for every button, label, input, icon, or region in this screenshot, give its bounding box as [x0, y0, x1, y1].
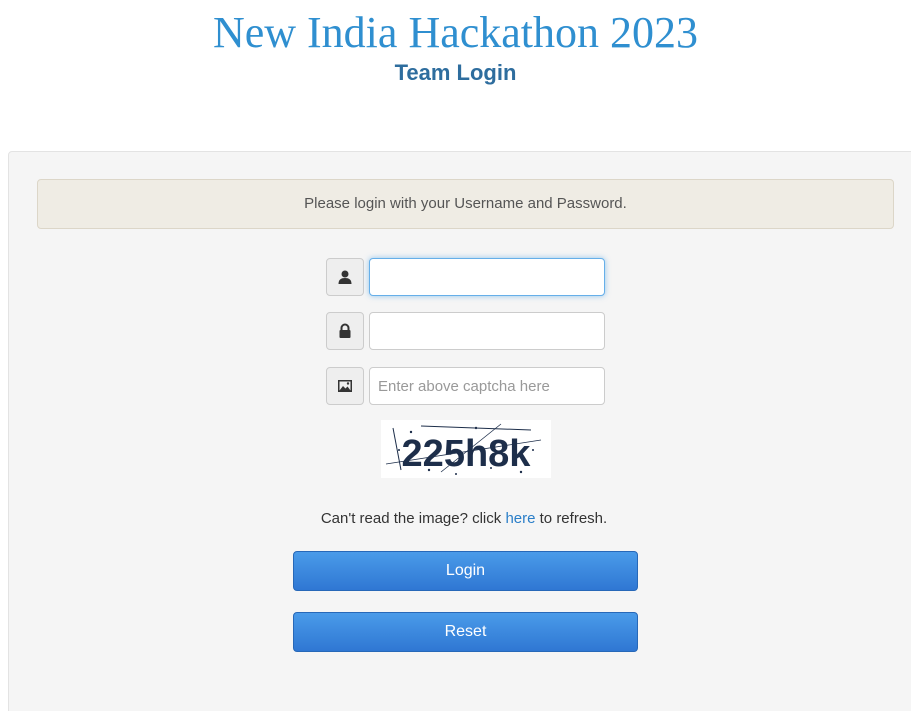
refresh-hint: Can't read the image? click here to refr…: [9, 510, 911, 527]
password-input[interactable]: [369, 312, 605, 350]
reset-button[interactable]: Reset: [293, 612, 638, 652]
captcha-row: [326, 367, 606, 407]
login-notice: Please login with your Username and Pass…: [37, 179, 894, 229]
lock-icon: [326, 312, 364, 350]
login-button[interactable]: Login: [293, 551, 638, 591]
refresh-prefix: Can't read the image? click: [320, 510, 506, 527]
refresh-suffix: to refresh.: [535, 510, 608, 527]
page-header: New India Hackathon 2023 Team Login: [0, 8, 911, 86]
username-row: [326, 258, 606, 298]
login-panel: Please login with your Username and Pass…: [8, 151, 911, 711]
captcha-text: 225h8k: [402, 433, 532, 475]
password-row: [326, 312, 606, 352]
page-subtitle: Team Login: [394, 60, 517, 85]
refresh-captcha-link[interactable]: here: [505, 510, 535, 527]
login-page: New India Hackathon 2023 Team Login Plea…: [0, 0, 911, 711]
captcha-image: 225h8k: [381, 420, 551, 478]
captcha-input[interactable]: [369, 367, 605, 405]
page-title: New India Hackathon 2023: [212, 8, 699, 57]
image-icon: [326, 367, 364, 405]
user-icon: [326, 258, 364, 296]
username-input[interactable]: [369, 258, 605, 296]
